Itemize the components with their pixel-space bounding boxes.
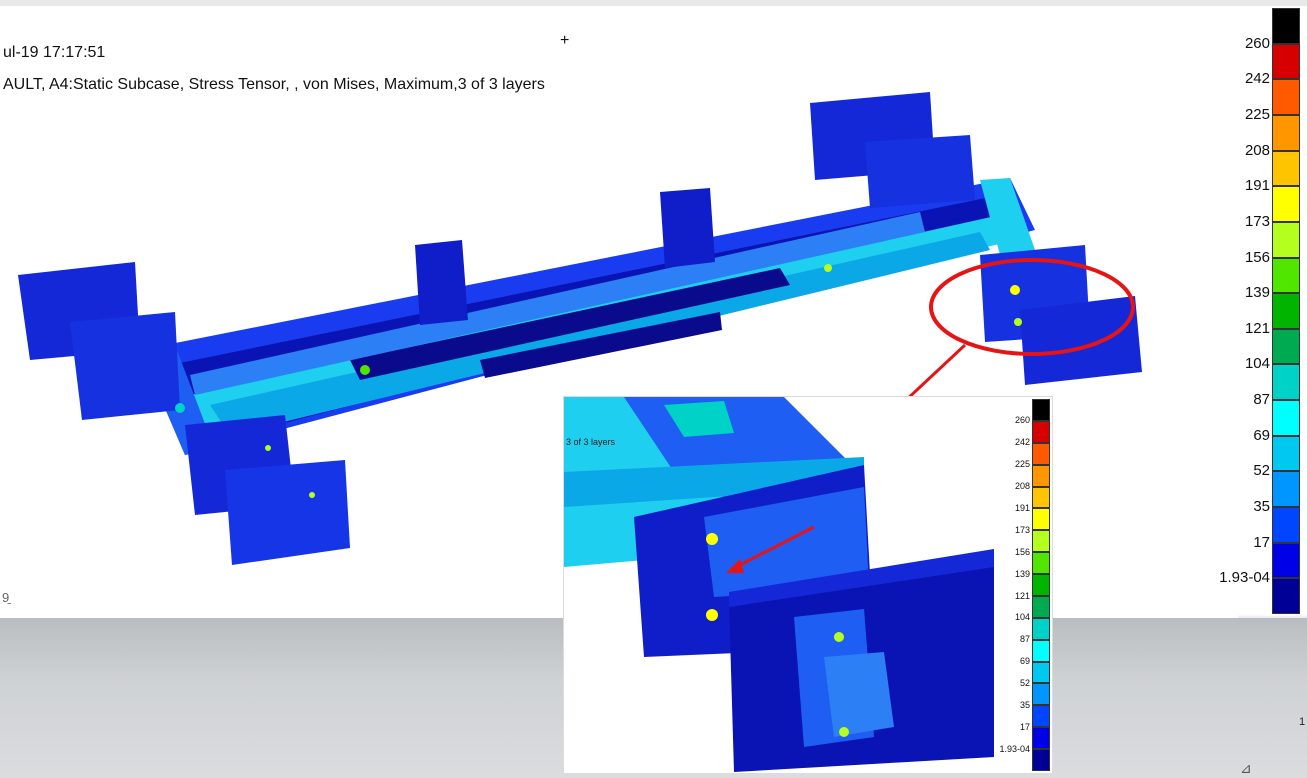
- legend-swatch: [1032, 399, 1050, 421]
- legend-swatch: [1032, 486, 1050, 509]
- inset-caption: 3 of 3 layers: [566, 437, 616, 447]
- legend-swatch: [1032, 420, 1050, 443]
- legend-swatch: [1032, 552, 1050, 575]
- legend-swatch: [1032, 749, 1050, 771]
- legend-label: 52: [1019, 678, 1030, 689]
- legend-swatch: [1272, 578, 1300, 614]
- legend-label: 87: [1253, 391, 1270, 409]
- legend-label: 87: [1019, 634, 1030, 645]
- legend-swatch: [1032, 661, 1050, 684]
- zoom-inset-render: [564, 397, 994, 772]
- legend-swatch: [1272, 43, 1300, 80]
- legend-label: 104: [1244, 355, 1270, 373]
- legend-label: 17: [1253, 533, 1270, 551]
- legend-label: 104: [1014, 612, 1030, 623]
- legend-label: 225: [1014, 459, 1030, 470]
- contour-legend-inset: 260 242 225 208 191 173 156 139 121 104 87 69 52 35 17…: [999, 399, 1050, 771]
- legend-swatch: [1272, 435, 1300, 472]
- legend-swatch: [1032, 595, 1050, 618]
- legend-swatch: [1272, 328, 1300, 365]
- legend-swatch: [1272, 257, 1300, 294]
- legend-label: 52: [1253, 462, 1270, 480]
- legend-label: 1.93-04: [999, 743, 1030, 754]
- legend-swatch: [1272, 364, 1300, 401]
- legend-swatch: [1032, 727, 1050, 750]
- legend-swatch: [1272, 293, 1300, 329]
- legend-label: 35: [1019, 699, 1030, 710]
- view-triad-label: 9̱: [2, 590, 10, 605]
- legend-swatch: [1272, 8, 1300, 44]
- legend-label: 69: [1019, 656, 1030, 667]
- crosshair-cursor: +: [560, 32, 570, 49]
- legend-swatch: [1032, 464, 1050, 487]
- legend-swatch: [1032, 574, 1050, 596]
- legend-swatch: [1272, 400, 1300, 436]
- legend-swatch: [1272, 507, 1300, 543]
- legend-label: 1.93-04: [1219, 569, 1270, 587]
- zoom-inset-panel: 3 of 3 layers 260 242 225 208 191 173 156 139 12…: [563, 396, 1053, 774]
- legend-label: 225: [1244, 105, 1270, 123]
- legend-swatch: [1032, 442, 1050, 465]
- legend-swatch: [1032, 617, 1050, 640]
- legend-label: 260: [1244, 34, 1270, 52]
- legend-swatch: [1032, 705, 1050, 728]
- legend-label: 121: [1014, 590, 1030, 601]
- legend-label: 35: [1253, 498, 1270, 516]
- legend-swatch: [1032, 639, 1050, 662]
- legend-label: 173: [1014, 524, 1030, 535]
- legend-label: 191: [1244, 177, 1270, 195]
- legend-swatch: [1272, 150, 1300, 187]
- legend-swatch: [1272, 221, 1300, 258]
- resize-grip-icon[interactable]: ⊿: [1240, 760, 1252, 777]
- legend-swatch: [1272, 471, 1300, 508]
- legend-label: 208: [1014, 481, 1030, 492]
- legend-label: 242: [1244, 70, 1270, 88]
- legend-label: 242: [1014, 437, 1030, 448]
- corner-label: 1: [1299, 716, 1306, 728]
- legend-label: 121: [1244, 319, 1270, 337]
- legend-label: 17: [1019, 721, 1030, 732]
- legend-swatch: [1032, 508, 1050, 531]
- legend-label: 173: [1244, 212, 1270, 230]
- legend-label: 156: [1014, 546, 1030, 557]
- legend-swatch: [1272, 542, 1300, 579]
- legend-swatch: [1272, 79, 1300, 115]
- legend-label: 156: [1244, 248, 1270, 266]
- legend-label: 139: [1244, 284, 1270, 302]
- legend-label: 208: [1244, 141, 1270, 159]
- legend-label: 139: [1014, 568, 1030, 579]
- legend-swatch: [1272, 186, 1300, 222]
- contour-legend-main: 260 242 225 208 191 173 156 139 121 104 87 69 52 35 17…: [1219, 8, 1300, 614]
- legend-swatch: [1032, 530, 1050, 553]
- legend-label: 69: [1253, 426, 1270, 444]
- legend-label: 191: [1014, 503, 1030, 513]
- result-subtitle: AULT, A4:Static Subcase, Stress Tensor, …: [3, 76, 545, 93]
- legend-swatch: [1032, 683, 1050, 706]
- legend-label: 260: [1014, 415, 1030, 426]
- timestamp-label: ul-19 17:17:51: [3, 44, 106, 61]
- legend-swatch: [1272, 114, 1300, 151]
